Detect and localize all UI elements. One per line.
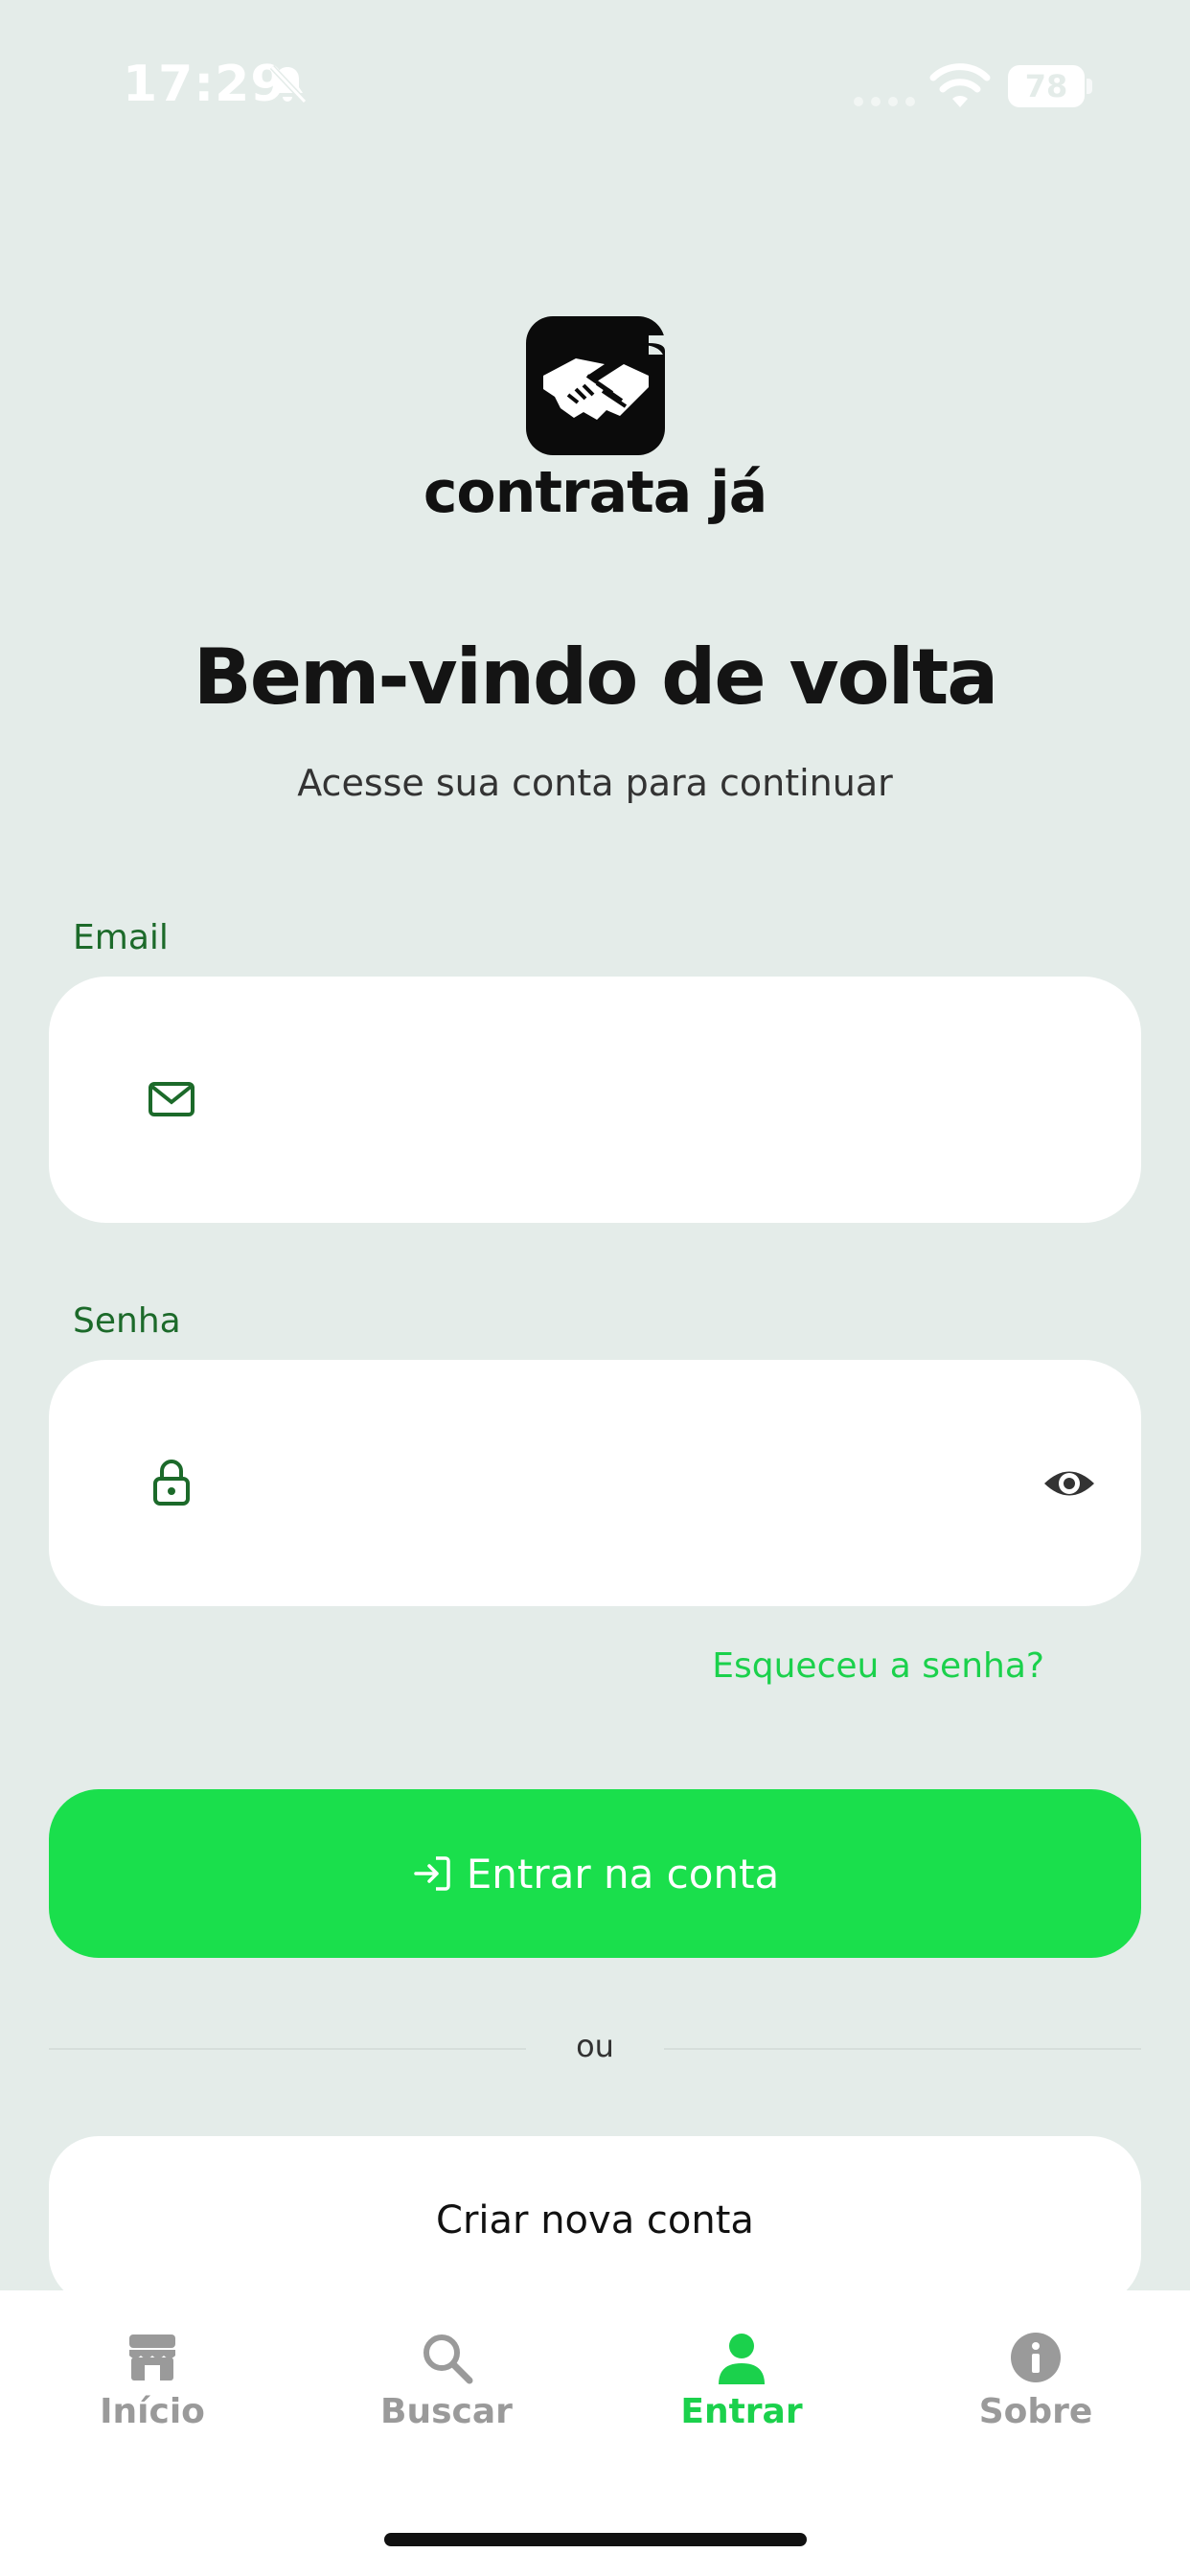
store-icon — [129, 2334, 175, 2380]
lock-icon — [153, 1460, 190, 1506]
forgot-password-link[interactable]: Esqueceu a senha? — [671, 1646, 1044, 1686]
divider-text: ou — [576, 2028, 614, 2064]
bell-muted-icon — [269, 64, 308, 104]
brand-logo: contrata já — [0, 316, 1190, 526]
nav-item-entrar[interactable]: Entrar — [627, 2329, 857, 2431]
nav-label-buscar: Buscar — [380, 2392, 513, 2431]
nav-label-entrar: Entrar — [680, 2392, 803, 2431]
handshake-logo-icon — [525, 316, 665, 455]
nav-item-buscar[interactable]: Buscar — [332, 2329, 561, 2431]
info-icon — [1011, 2333, 1061, 2382]
battery-tip — [1087, 79, 1092, 94]
nav-label-sobre: Sobre — [978, 2392, 1093, 2431]
eye-icon[interactable] — [1041, 1458, 1097, 1509]
page-subtitle: Acesse sua conta para continuar — [297, 762, 893, 804]
signal-icon — [854, 97, 915, 106]
login-button-label: Entrar na conta — [466, 1850, 780, 1898]
battery-indicator: 78 — [1008, 65, 1085, 107]
divider-line-left — [49, 2048, 526, 2050]
search-icon — [423, 2334, 473, 2384]
login-arrow-icon — [413, 1856, 450, 1891]
nav-item-inicio[interactable]: Início — [37, 2329, 267, 2431]
email-field[interactable] — [49, 977, 1141, 1223]
divider-line-right — [664, 2048, 1141, 2050]
nav-item-sobre[interactable]: Sobre — [921, 2329, 1151, 2431]
nav-label-inicio: Início — [100, 2392, 205, 2431]
email-label: Email — [73, 918, 169, 957]
brand-name: contrata já — [423, 459, 767, 526]
login-button[interactable]: Entrar na conta — [49, 1789, 1141, 1958]
wifi-icon — [929, 63, 991, 107]
password-input[interactable] — [240, 1417, 1011, 1551]
status-time: 17:29 — [123, 56, 286, 113]
user-icon — [719, 2334, 765, 2384]
create-account-label: Criar nova conta — [436, 2198, 754, 2242]
home-indicator — [384, 2533, 807, 2546]
status-bar: 17:29 78 — [0, 0, 1190, 172]
password-label: Senha — [73, 1301, 181, 1341]
page-title: Bem-vindo de volta — [193, 632, 999, 722]
password-field[interactable] — [49, 1360, 1141, 1606]
create-account-button[interactable]: Criar nova conta — [49, 2136, 1141, 2305]
mail-icon — [149, 1082, 195, 1116]
email-input[interactable] — [240, 1034, 1011, 1167]
